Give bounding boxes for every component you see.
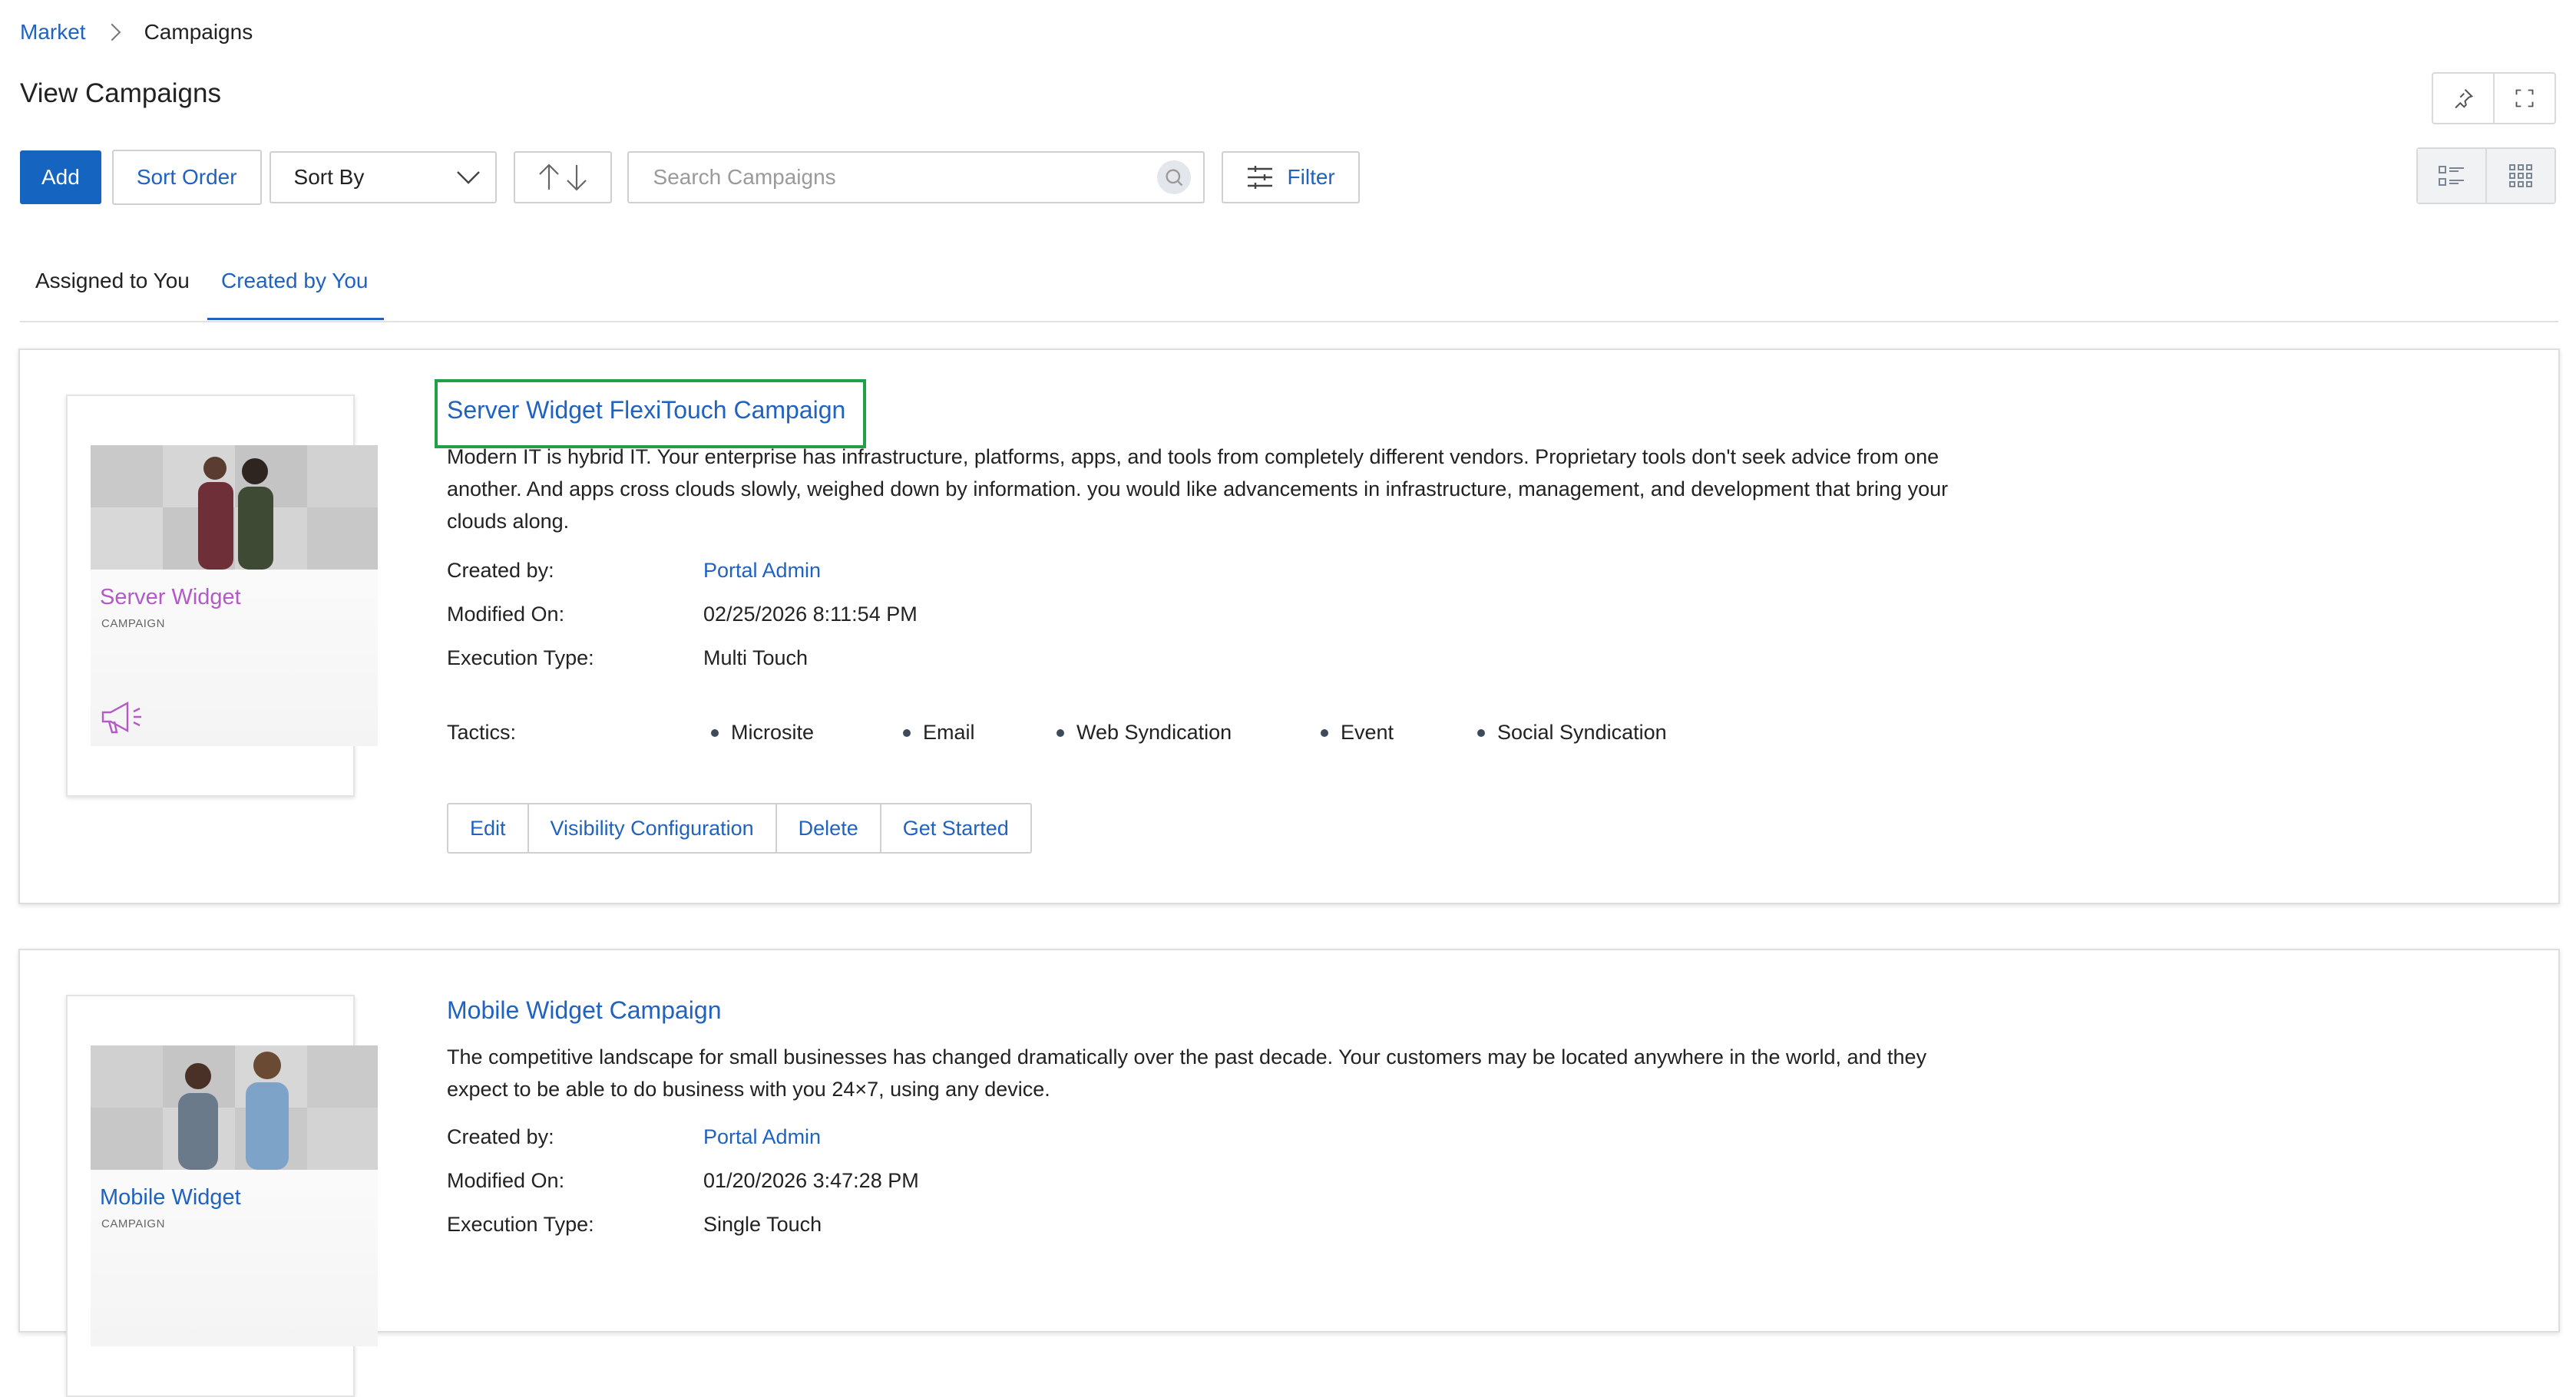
tactic-item: Web Syndication [1057, 721, 1232, 745]
campaign-actions: Edit Visibility Configuration Delete Get… [447, 803, 1032, 854]
execution-type-label: Execution Type: [447, 646, 594, 669]
sort-direction-toggle[interactable] [513, 151, 612, 203]
list-view-button[interactable] [2418, 149, 2485, 203]
filter-button[interactable]: Filter [1221, 151, 1360, 203]
sort-by-select[interactable]: Sort By [269, 151, 497, 203]
breadcrumb-market-link[interactable]: Market [20, 20, 86, 45]
delete-button[interactable]: Delete [775, 804, 880, 852]
filter-sliders-icon [1247, 166, 1272, 189]
created-by-link[interactable]: Portal Admin [703, 559, 821, 583]
add-button[interactable]: Add [20, 150, 101, 204]
campaign-title-link[interactable]: Server Widget FlexiTouch Campaign [447, 396, 845, 424]
page-actions [2432, 72, 2556, 124]
created-by-label: Created by: [447, 559, 554, 582]
megaphone-icon [100, 698, 147, 741]
get-started-button[interactable]: Get Started [879, 804, 1030, 852]
tactic-item: Event [1321, 721, 1394, 745]
search-box [627, 151, 1205, 203]
modified-on-value: 02/25/2026 8:11:54 PM [703, 603, 918, 626]
thumbnail-title: Server Widget [100, 585, 241, 609]
tactic-item: Email [903, 721, 975, 745]
execution-type-label: Execution Type: [447, 1213, 594, 1236]
campaign-card: Mobile Widget CAMPAIGN Mobile Widget Cam… [18, 949, 2560, 1397]
tactics-label: Tactics: [447, 721, 517, 744]
edit-button[interactable]: Edit [448, 804, 527, 852]
visibility-configuration-button[interactable]: Visibility Configuration [527, 804, 775, 852]
chevron-down-icon [456, 171, 480, 184]
list-view-icon [2439, 166, 2464, 186]
campaign-thumbnail[interactable]: Mobile Widget CAMPAIGN [66, 995, 378, 1397]
breadcrumb: Market Campaigns [20, 20, 253, 45]
search-input[interactable] [651, 164, 1116, 190]
sort-order-button[interactable]: Sort Order [111, 150, 262, 205]
filter-label: Filter [1287, 165, 1335, 189]
page-title: View Campaigns [20, 78, 221, 108]
toolbar: Add Sort Order Sort By Filter [20, 150, 1360, 205]
created-by-label: Created by: [447, 1125, 554, 1148]
campaign-thumbnail[interactable]: Server Widget CAMPAIGN [66, 395, 378, 797]
grid-view-icon [2509, 164, 2532, 187]
tab-created-by-you[interactable]: Created by You [221, 269, 369, 293]
breadcrumb-current: Campaigns [144, 20, 253, 44]
fullscreen-icon [2515, 89, 2534, 107]
thumbnail-subtitle: CAMPAIGN [101, 1217, 165, 1230]
execution-type-value: Single Touch [703, 1213, 822, 1236]
pin-icon [2455, 89, 2474, 109]
campaign-tabs: Assigned to You Created by You [20, 253, 2558, 322]
campaign-title-link[interactable]: Mobile Widget Campaign [447, 996, 722, 1025]
campaign-image [91, 445, 378, 570]
grid-view-button[interactable] [2485, 149, 2555, 203]
tactic-item: Microsite [711, 721, 814, 745]
sort-by-label: Sort By [293, 165, 365, 189]
execution-type-value: Multi Touch [703, 646, 809, 669]
search-icon [1166, 169, 1182, 187]
tactic-item: Social Syndication [1477, 721, 1667, 745]
pin-button[interactable] [2433, 74, 2493, 123]
created-by-link[interactable]: Portal Admin [703, 1125, 821, 1149]
thumbnail-subtitle: CAMPAIGN [101, 617, 165, 630]
campaign-card: Server Widget CAMPAIGN Server Widget Fle… [18, 348, 2560, 904]
modified-on-label: Modified On: [447, 603, 565, 626]
tab-assigned-to-you[interactable]: Assigned to You [35, 269, 190, 293]
view-toggle [2416, 147, 2556, 204]
thumbnail-tile: Mobile Widget CAMPAIGN [91, 1045, 378, 1346]
chevron-right-icon [103, 23, 121, 41]
active-tab-indicator [207, 318, 384, 320]
campaign-image [91, 1045, 378, 1170]
search-button[interactable] [1156, 160, 1191, 194]
thumbnail-tile: Server Widget CAMPAIGN [91, 445, 378, 746]
campaign-description: The competitive landscape for small busi… [447, 1045, 1927, 1101]
thumbnail-title: Mobile Widget [100, 1185, 241, 1210]
fullscreen-button[interactable] [2493, 74, 2555, 123]
sort-arrows-icon [538, 163, 587, 191]
modified-on-label: Modified On: [447, 1169, 565, 1192]
modified-on-value: 01/20/2026 3:47:28 PM [703, 1169, 919, 1192]
campaign-description: Modern IT is hybrid IT. Your enterprise … [447, 445, 1949, 533]
